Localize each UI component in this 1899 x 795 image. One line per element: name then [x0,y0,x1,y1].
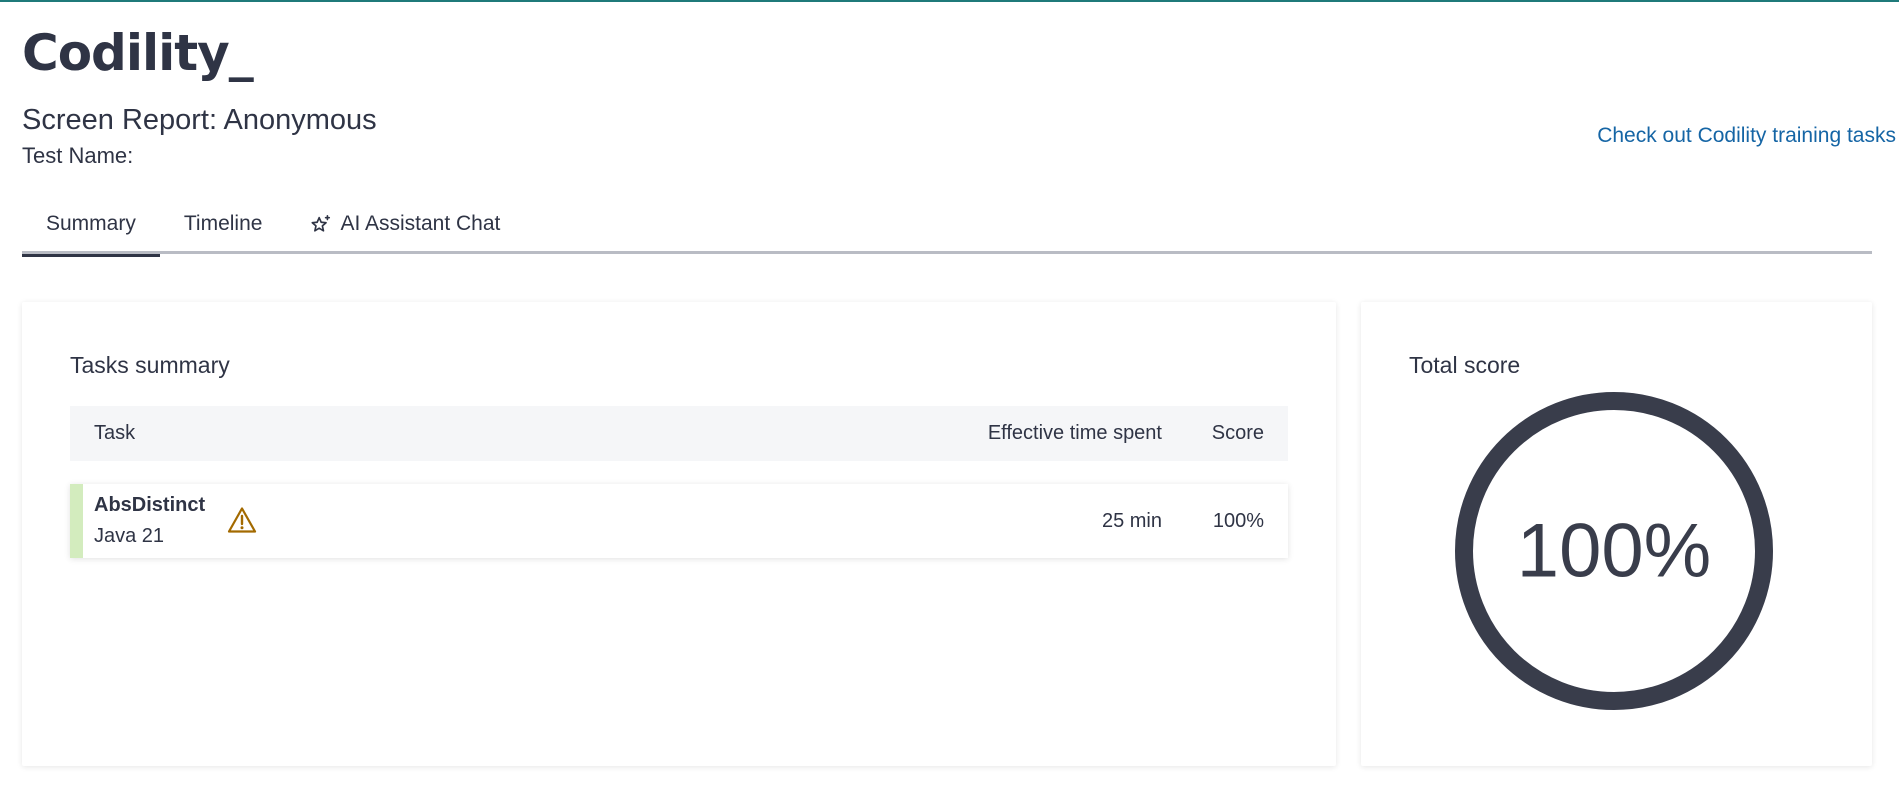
score-ring: 100% [1455,392,1773,710]
table-row[interactable]: AbsDistinct Java 21 25 min 100% [70,484,1288,558]
task-language: Java 21 [94,525,165,547]
tab-ai-assistant-chat[interactable]: AI Assistant Chat [286,200,524,254]
tab-timeline-label: Timeline [183,212,263,235]
total-score-title: Total score [1409,352,1521,378]
test-name-label: Test Name: [22,143,134,168]
column-header-time: Effective time spent [987,422,1162,444]
tab-summary-label: Summary [46,212,136,235]
column-header-task: Task [94,422,136,444]
tab-ai-assistant-chat-label: AI Assistant Chat [340,212,501,235]
task-time-spent: 25 min [1101,510,1162,532]
task-name: AbsDistinct [94,494,206,516]
column-header-score: Score [1211,422,1264,444]
task-score: 100% [1212,510,1264,532]
warning-triangle-icon[interactable] [227,506,257,534]
codility-logo[interactable]: Codility_ [22,24,254,82]
tab-bar: Summary Timeline AI Assistant Chat [22,200,1872,257]
tasks-table-header: Task Effective time spent Score [70,406,1288,461]
sparkle-star-icon [310,212,332,242]
task-status-bar [70,484,83,558]
top-accent-rule [0,0,1899,2]
total-score-value: 100% [1517,509,1711,594]
tab-timeline[interactable]: Timeline [160,200,287,254]
training-tasks-link[interactable]: Check out Codility training tasks [1597,124,1896,148]
page-title: Screen Report: Anonymous [22,104,377,136]
tasks-summary-title: Tasks summary [70,352,230,378]
tab-summary[interactable]: Summary [22,200,160,257]
total-score-card: Total score 100% [1361,302,1872,766]
tasks-summary-card: Tasks summary Task Effective time spent … [22,302,1336,766]
